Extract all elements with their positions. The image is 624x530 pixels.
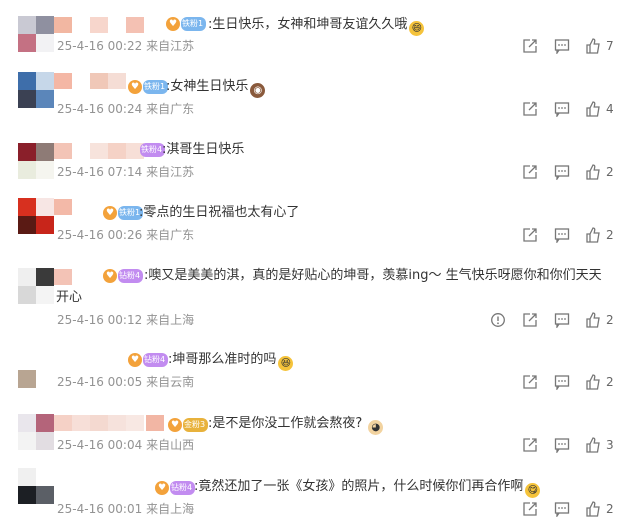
like-count: 2	[606, 313, 614, 327]
comment-actions: 2	[0, 227, 624, 245]
like-icon[interactable]	[585, 501, 601, 517]
like-count: 2	[606, 375, 614, 389]
comment-icon[interactable]	[554, 374, 570, 390]
laughing-icon: 😆	[278, 356, 294, 371]
comment-icon[interactable]	[554, 437, 570, 453]
comment-text: :女神生日快乐 ◉	[166, 77, 266, 98]
comment-actions: 3	[0, 437, 624, 455]
comment-icon[interactable]	[554, 164, 570, 180]
share-icon[interactable]	[522, 164, 538, 180]
fan-badge: ♥ 铁粉1	[103, 206, 144, 220]
dog-icon: ◕	[368, 420, 384, 435]
heart-icon: ♥	[155, 481, 169, 495]
username-mosaic[interactable]	[54, 199, 72, 215]
like-icon[interactable]	[585, 437, 601, 453]
report-icon[interactable]	[490, 312, 506, 328]
share-icon[interactable]	[522, 501, 538, 517]
like-count: 3	[606, 438, 614, 452]
comment-actions: 2	[0, 501, 624, 519]
comment-actions: 2	[0, 374, 624, 392]
fan-badge: ♥ 钻粉4	[103, 269, 144, 283]
comment-text: :是不是你没工作就会熬夜? ◕	[208, 414, 384, 435]
heart-icon: ♥	[128, 353, 142, 367]
comment-actions: 2	[0, 312, 624, 330]
share-icon[interactable]	[522, 227, 538, 243]
like-count: 2	[606, 228, 614, 242]
username-mosaic[interactable]	[54, 269, 72, 285]
share-icon[interactable]	[522, 38, 538, 54]
like-icon[interactable]	[585, 101, 601, 117]
username-mosaic[interactable]	[54, 415, 144, 431]
username-mosaic[interactable]	[54, 17, 144, 33]
username-mosaic[interactable]	[54, 73, 126, 89]
party-face-icon: 😄	[409, 21, 425, 36]
username-mosaic[interactable]	[54, 143, 144, 159]
share-icon[interactable]	[522, 437, 538, 453]
avatar[interactable]	[18, 468, 54, 504]
comment-icon[interactable]	[554, 501, 570, 517]
comment-text-line2: 开心	[56, 290, 83, 305]
like-icon[interactable]	[585, 164, 601, 180]
like-count: 2	[606, 165, 614, 179]
username-mosaic[interactable]	[146, 415, 164, 431]
heart-icon: ♥	[166, 17, 180, 31]
cake-icon: ◉	[250, 83, 266, 98]
comment-text: :竟然还加了一张《女孩》的照片，什么时候你们再合作啊 😋	[194, 477, 541, 498]
like-count: 2	[606, 502, 614, 516]
fan-badge: ♥ 铁粉1	[166, 17, 207, 31]
like-icon[interactable]	[585, 312, 601, 328]
fan-badge: ♥ 钻粉4	[155, 481, 196, 495]
comment-text: :坤哥那么准时的吗 😆	[168, 350, 294, 371]
heart-icon: ♥	[103, 206, 117, 220]
share-icon[interactable]	[522, 312, 538, 328]
like-icon[interactable]	[585, 374, 601, 390]
heart-icon: ♥	[128, 80, 142, 94]
like-icon[interactable]	[585, 227, 601, 243]
heart-icon: ♥	[168, 418, 182, 432]
comment-text: :零点的生日祝福也太有心了	[139, 205, 300, 220]
comment-icon[interactable]	[554, 227, 570, 243]
avatar[interactable]	[18, 268, 54, 304]
like-icon[interactable]	[585, 38, 601, 54]
fan-badge: ♥ 钻粉4	[128, 353, 169, 367]
comment-actions: 2	[0, 164, 624, 182]
like-count: 7	[606, 39, 614, 53]
comment-actions: 7	[0, 38, 624, 56]
comment-text: :噢又是美美的淇，真的是好贴心的坤哥，羡慕ing～ 生气快乐呀愿你和你们天天	[144, 268, 602, 283]
tongue-face-icon: 😋	[525, 483, 541, 498]
share-icon[interactable]	[522, 101, 538, 117]
comment-icon[interactable]	[554, 101, 570, 117]
fan-badge: ♥ 铁粉1	[128, 80, 169, 94]
share-icon[interactable]	[522, 374, 538, 390]
comment-actions: 4	[0, 101, 624, 119]
fan-badge: ♥ 金粉3	[168, 418, 209, 432]
comment-text: :生日快乐，女神和坤哥友谊久久哦 😄	[208, 15, 425, 36]
comment-icon[interactable]	[554, 38, 570, 54]
comment-text: :淇哥生日快乐	[162, 142, 245, 157]
heart-icon: ♥	[103, 269, 117, 283]
comment-icon[interactable]	[554, 312, 570, 328]
like-count: 4	[606, 102, 614, 116]
